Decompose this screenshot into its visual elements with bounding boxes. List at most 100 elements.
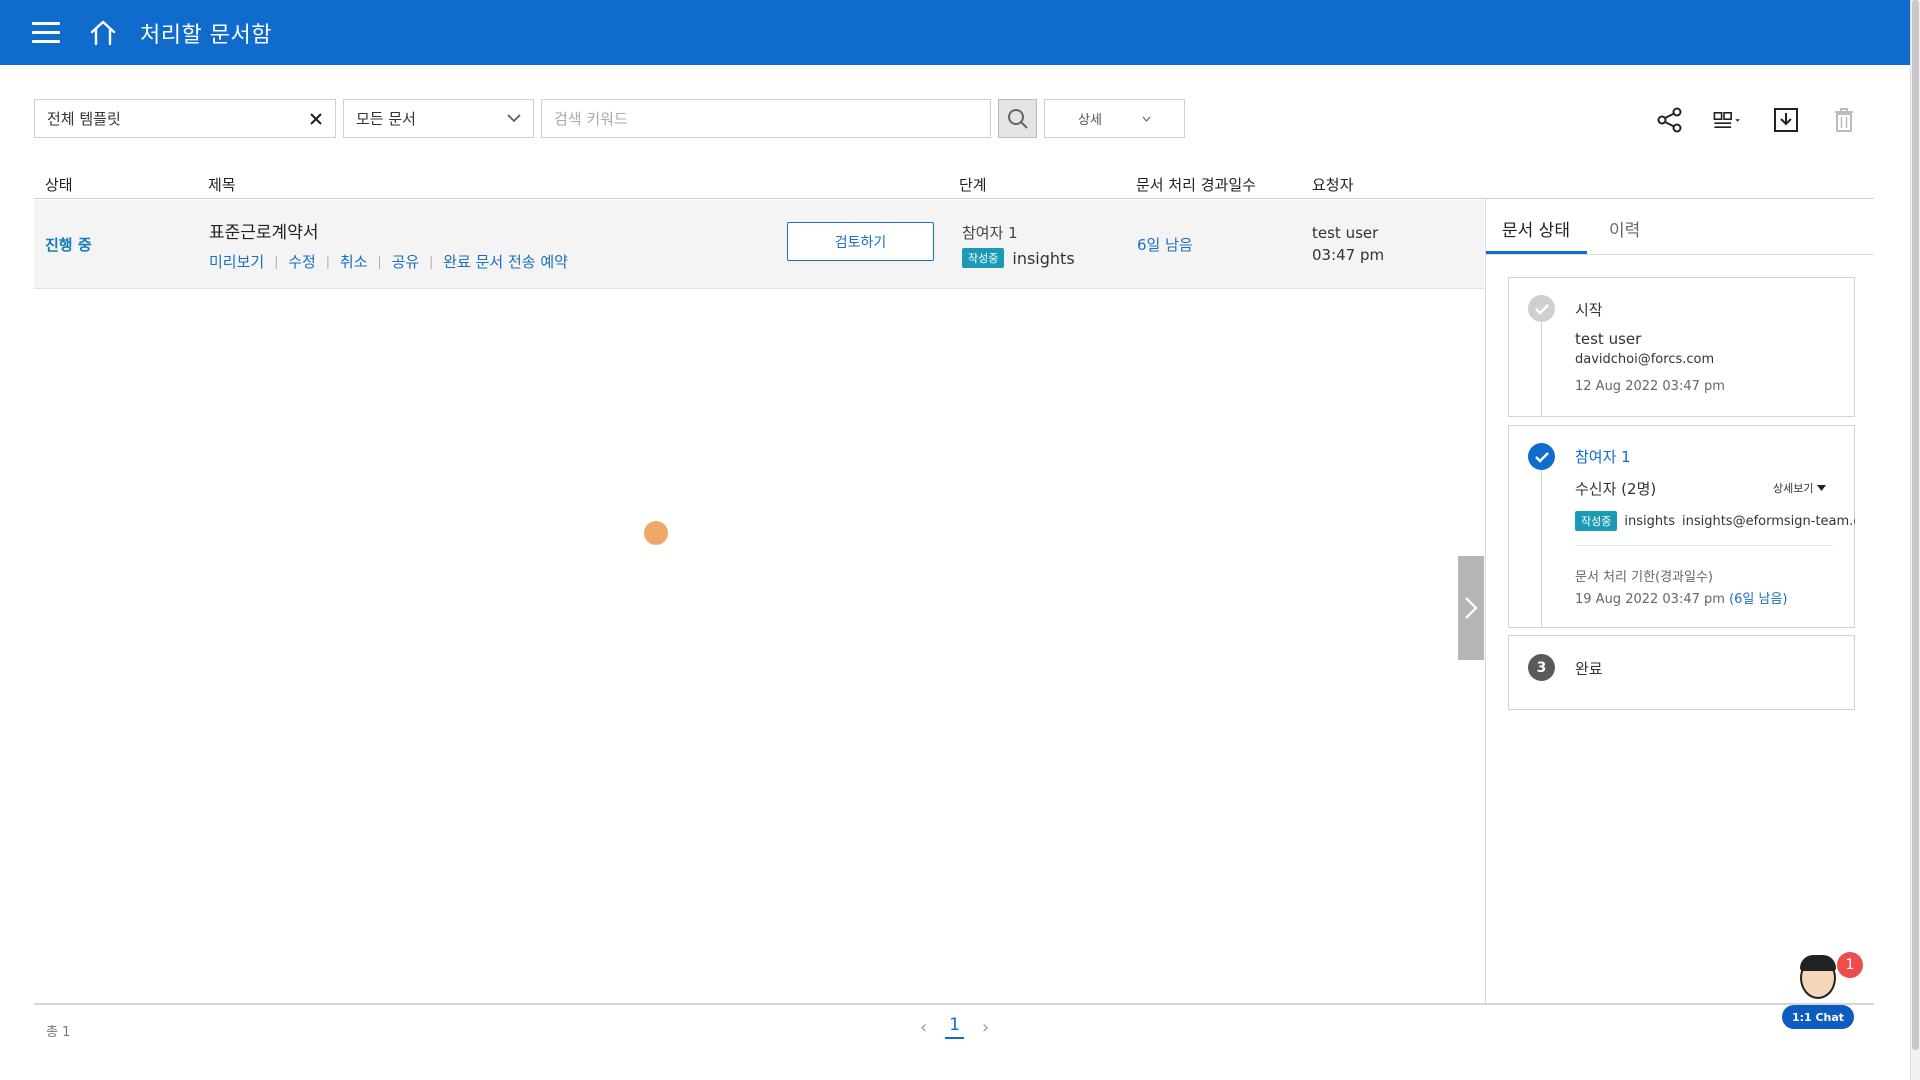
search-button[interactable] xyxy=(998,99,1037,138)
chevron-right-icon xyxy=(1465,597,1478,619)
requester-time: 03:47 pm xyxy=(1312,246,1385,264)
participant-label[interactable]: 참여자 1 xyxy=(1575,446,1631,467)
detail-search-select[interactable]: 상세 xyxy=(1044,99,1185,138)
participant-email: insights@eformsign-team.com xyxy=(1681,513,1855,529)
header-title: 제목 xyxy=(208,176,236,194)
document-actions: 미리보기 | 수정 | 취소 | 공유 | 완료 문서 전송 예약 xyxy=(209,251,568,272)
share-button[interactable] xyxy=(1654,104,1686,136)
document-status-panel: 문서 상태 이력 시작 test user davidchoi@forcs.co… xyxy=(1485,199,1874,1004)
timeline-line xyxy=(1541,470,1542,628)
step-complete-label: 완료 xyxy=(1575,660,1603,678)
footer: 총 1 ‹ 1 › xyxy=(34,1003,1874,1053)
days-remaining: 6일 남음 xyxy=(1137,236,1193,254)
share-link[interactable]: 공유 xyxy=(392,251,420,272)
download-icon xyxy=(1774,108,1798,132)
document-type-value: 모든 문서 xyxy=(356,110,416,128)
stage-user: insights xyxy=(1012,248,1075,268)
top-header-bar: 처리할 문서함 xyxy=(0,0,1910,65)
chat-widget[interactable]: 1:1 Chat 1 xyxy=(1782,952,1863,1029)
template-filter[interactable]: 전체 템플릿 xyxy=(34,99,336,138)
start-time: 12 Aug 2022 03:47 pm xyxy=(1575,379,1725,394)
participant-user: insights xyxy=(1624,513,1675,529)
active-tab-indicator xyxy=(1486,251,1587,254)
step-complete-card: 3 완료 xyxy=(1508,635,1855,710)
chevron-down-icon xyxy=(1142,116,1151,122)
recipients-count: 수신자 (2명) xyxy=(1575,480,1657,498)
header-stage: 단계 xyxy=(959,176,987,194)
participant-row: 작성중 insights insights@eformsign-team.com xyxy=(1575,511,1855,531)
pagination: ‹ 1 › xyxy=(920,1015,989,1039)
trash-icon xyxy=(1835,108,1853,132)
table-header: 상태 제목 단계 문서 처리 경과일수 요청자 xyxy=(34,170,1874,199)
scrollbar-thumb[interactable] xyxy=(1912,0,1919,1050)
header-days: 문서 처리 경과일수 xyxy=(1136,176,1256,194)
step-start-card: 시작 test user davidchoi@forcs.com 12 Aug … xyxy=(1508,277,1855,417)
stage-participant: 작성중 insights xyxy=(962,248,1075,268)
check-circle-icon xyxy=(1528,443,1555,470)
cursor-indicator xyxy=(644,521,668,545)
search-icon xyxy=(1007,108,1028,129)
separator: | xyxy=(274,254,279,269)
caret-down-icon xyxy=(1817,485,1827,491)
requester-name: test user xyxy=(1312,224,1379,242)
step-start-label: 시작 xyxy=(1575,301,1603,319)
hamburger-menu-icon[interactable] xyxy=(32,22,60,43)
panel-tabs: 문서 상태 이력 xyxy=(1486,199,1874,255)
separator: | xyxy=(377,254,382,269)
deadline-label: 문서 처리 기한(경과일수) xyxy=(1575,570,1714,585)
check-icon xyxy=(1528,295,1555,322)
view-mode-button[interactable] xyxy=(1712,104,1744,136)
header-status: 상태 xyxy=(45,176,73,194)
next-page-icon[interactable]: › xyxy=(982,1017,989,1038)
document-type-select[interactable]: 모든 문서 xyxy=(343,99,534,138)
search-input[interactable]: 검색 키워드 xyxy=(541,99,991,138)
review-button[interactable]: 검토하기 xyxy=(787,222,934,261)
close-icon[interactable] xyxy=(309,112,323,126)
step-number-icon: 3 xyxy=(1528,654,1555,681)
notification-badge: 1 xyxy=(1837,952,1863,978)
home-icon[interactable] xyxy=(88,18,118,48)
filter-bar: 전체 템플릿 모든 문서 검색 키워드 상세 xyxy=(34,99,1185,138)
status-badge: 진행 중 xyxy=(45,236,92,254)
page-scrollbar[interactable] xyxy=(1910,0,1920,1080)
prev-page-icon[interactable]: ‹ xyxy=(920,1017,927,1038)
page-number[interactable]: 1 xyxy=(945,1015,965,1039)
start-user-email: davidchoi@forcs.com xyxy=(1575,352,1715,367)
tab-history[interactable]: 이력 xyxy=(1609,216,1640,241)
toolbar xyxy=(1654,104,1860,136)
detail-label: 상세 xyxy=(1078,113,1102,128)
start-user-name: test user xyxy=(1575,330,1642,348)
step-participant-card: 참여자 1 수신자 (2명) 상세보기 작성중 insights insight… xyxy=(1508,425,1855,628)
timeline-line xyxy=(1541,322,1542,417)
writing-badge: 작성중 xyxy=(1575,511,1618,531)
layout-icon xyxy=(1713,112,1740,128)
chat-button-label[interactable]: 1:1 Chat xyxy=(1782,1005,1854,1029)
divider xyxy=(1575,545,1833,546)
details-toggle-label: 상세보기 xyxy=(1773,482,1814,495)
chevron-down-icon xyxy=(507,114,521,123)
download-button[interactable] xyxy=(1770,104,1802,136)
separator: | xyxy=(429,254,434,269)
avatar-hair xyxy=(1800,955,1836,971)
writing-badge: 작성중 xyxy=(962,248,1005,268)
tab-document-status[interactable]: 문서 상태 xyxy=(1502,216,1570,241)
preview-link[interactable]: 미리보기 xyxy=(209,251,264,272)
separator: | xyxy=(325,254,330,269)
details-toggle[interactable]: 상세보기 xyxy=(1773,480,1827,496)
template-filter-value: 전체 템플릿 xyxy=(47,110,121,128)
document-title[interactable]: 표준근로계약서 xyxy=(209,218,318,243)
deadline-date: 19 Aug 2022 03:47 pm xyxy=(1575,592,1725,607)
page-title: 처리할 문서함 xyxy=(140,22,272,48)
cancel-link[interactable]: 취소 xyxy=(340,251,368,272)
deadline-remaining: (6일 남음) xyxy=(1729,592,1788,607)
delete-button[interactable] xyxy=(1828,104,1860,136)
stage-label: 참여자 1 xyxy=(962,224,1018,242)
total-count: 총 1 xyxy=(46,1025,71,1040)
share-icon xyxy=(1657,107,1682,133)
table-row[interactable]: 진행 중 표준근로계약서 미리보기 | 수정 | 취소 | 공유 | 완료 문서 전송 … xyxy=(34,200,1484,289)
schedule-send-link[interactable]: 완료 문서 전송 예약 xyxy=(443,251,568,272)
header-requester: 요청자 xyxy=(1312,176,1354,194)
collapse-panel-button[interactable] xyxy=(1458,556,1484,660)
edit-link[interactable]: 수정 xyxy=(288,251,316,272)
deadline-row: 19 Aug 2022 03:47 pm (6일 남음) xyxy=(1575,588,1788,607)
